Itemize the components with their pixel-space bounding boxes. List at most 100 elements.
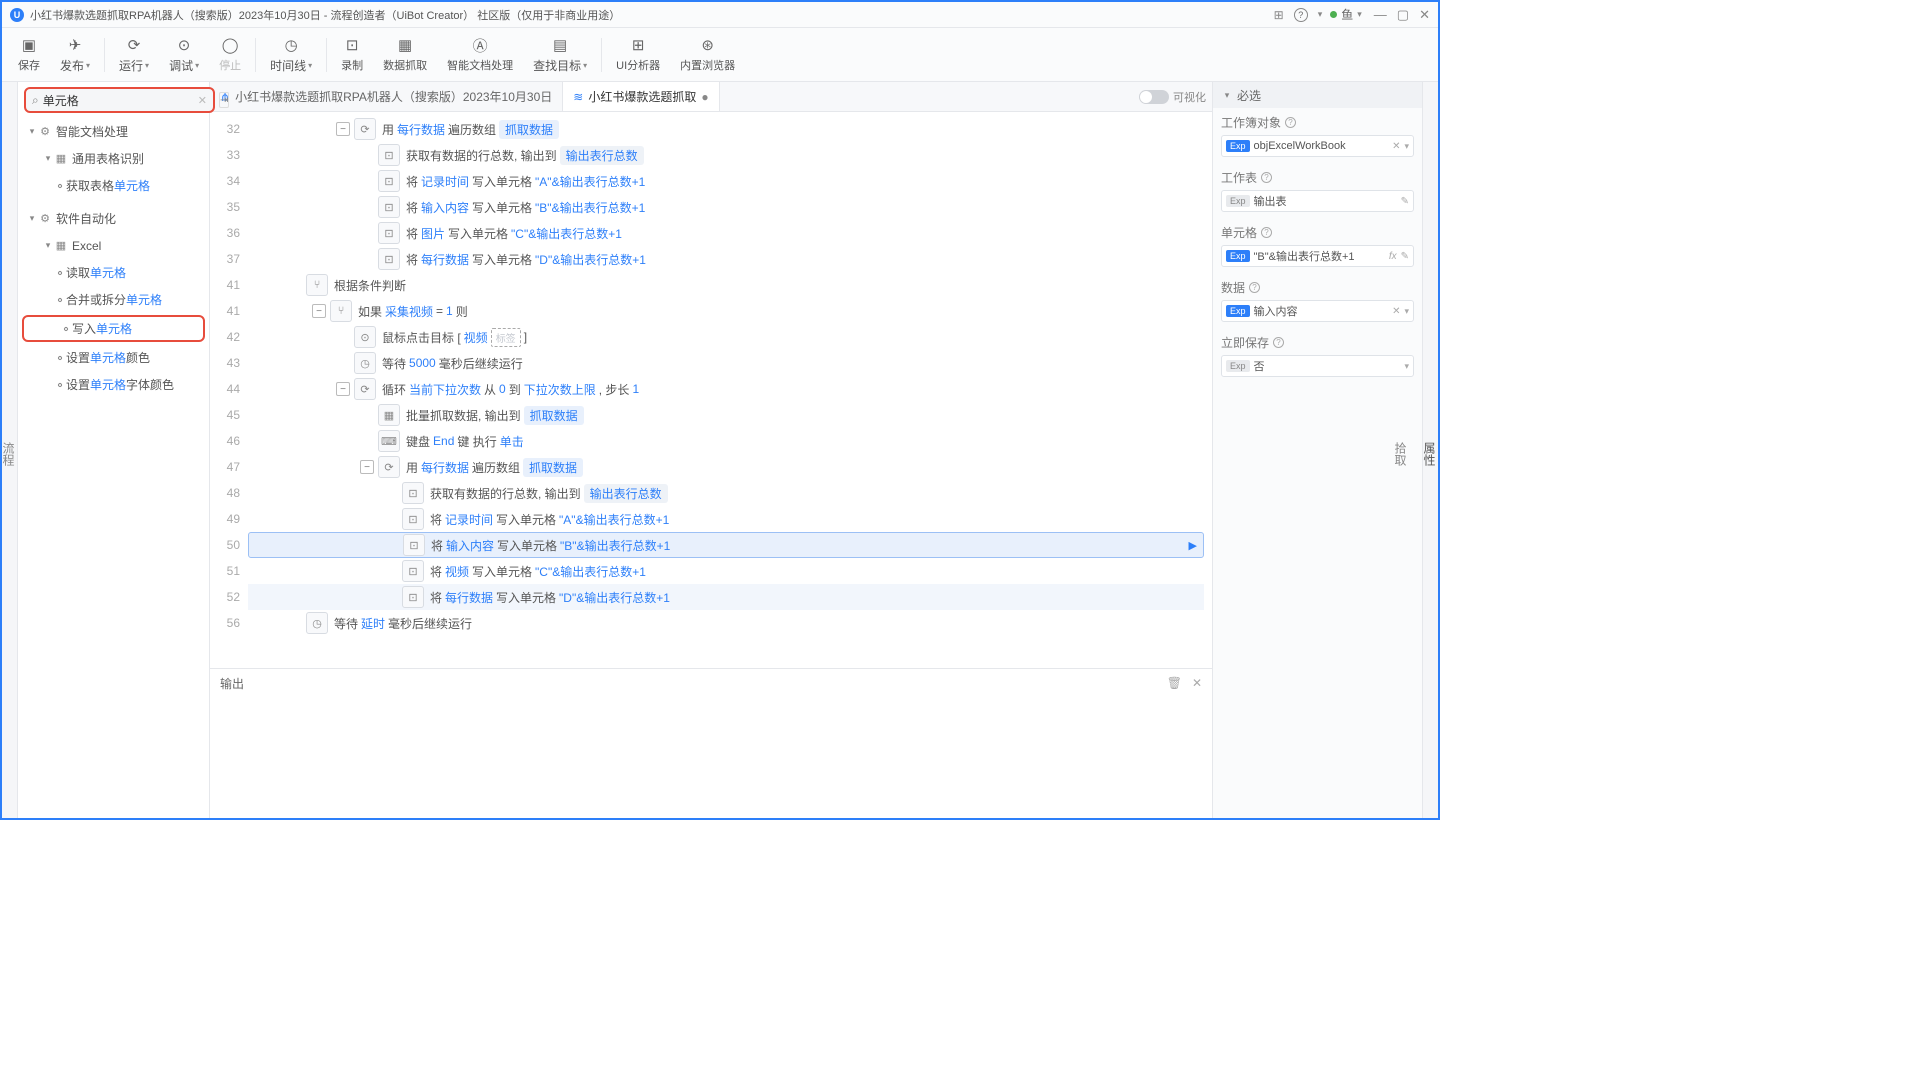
- search-input[interactable]: [43, 93, 198, 107]
- chevron-down-icon[interactable]: ▾: [1404, 361, 1409, 372]
- code-line-selected[interactable]: ⊡将 输入内容 写入单元格 "B"&输出表行总数+1▶: [248, 532, 1204, 558]
- command-tree: ▾⚙智能文档处理 ▾▦通用表格识别 获取表格单元格 ▾⚙软件自动化 ▾▦Exce…: [18, 118, 209, 818]
- action-icon: ⊡: [402, 560, 424, 582]
- edit-icon[interactable]: ✎: [1401, 196, 1409, 207]
- code-line[interactable]: ⌨键盘 End 键 执行 单击: [248, 428, 1204, 454]
- tree-group-table-recog[interactable]: ▾▦通用表格识别: [18, 145, 209, 172]
- line-gutter: 3233343536374141424344454647484950515256: [210, 112, 248, 668]
- chevron-down-icon[interactable]: ▾: [1404, 141, 1409, 152]
- code-line[interactable]: ⊡将 记录时间 写入单元格 "A"&输出表行总数+1: [248, 168, 1204, 194]
- code-line[interactable]: ⊡将 图片 写入单元格 "C"&输出表行总数+1: [248, 220, 1204, 246]
- fold-icon[interactable]: −: [336, 122, 350, 136]
- tree-item-set-color[interactable]: 设置单元格颜色: [18, 344, 209, 371]
- tree-item-merge-split[interactable]: 合并或拆分单元格: [18, 286, 209, 313]
- save-now-field[interactable]: Exp否▾: [1221, 355, 1414, 377]
- builtin-browser-button[interactable]: ⊛内置浏览器: [670, 31, 745, 79]
- rail-pick-tab[interactable]: 拾取: [1392, 442, 1409, 466]
- code-line[interactable]: −⟳用 每行数据 遍历数组 抓取数据: [248, 116, 1204, 142]
- data-scrape-button[interactable]: ▦数据抓取: [373, 31, 437, 79]
- search-input-wrap[interactable]: ⌕ ✕: [24, 87, 215, 113]
- workbook-field[interactable]: ExpobjExcelWorkBook✕▾: [1221, 135, 1414, 157]
- action-icon: ⊡: [378, 196, 400, 218]
- clear-icon[interactable]: ✕: [1392, 306, 1400, 317]
- stack-icon: ≋: [573, 90, 583, 104]
- help-icon[interactable]: ?: [1285, 117, 1296, 128]
- rail-flow-tab[interactable]: 流程: [0, 442, 17, 466]
- search-icon: ⌕: [32, 93, 39, 108]
- smart-doc-button[interactable]: Ⓐ智能文档处理: [437, 31, 523, 79]
- tree-item-read-cell[interactable]: 读取单元格: [18, 259, 209, 286]
- fx-icon[interactable]: fx: [1389, 251, 1397, 262]
- fold-icon[interactable]: −: [312, 304, 326, 318]
- code-line[interactable]: ⊡将 记录时间 写入单元格 "A"&输出表行总数+1: [248, 506, 1204, 532]
- sheet-field[interactable]: Exp输出表✎: [1221, 190, 1414, 212]
- run-button[interactable]: ⟳运行▾: [109, 31, 159, 79]
- tree-item-get-table[interactable]: 获取表格单元格: [18, 172, 209, 199]
- code-editor[interactable]: 3233343536374141424344454647484950515256…: [210, 112, 1212, 668]
- close-output-icon[interactable]: ✕: [1192, 676, 1202, 690]
- help-icon[interactable]: ?: [1273, 337, 1284, 348]
- expand-panel-icon[interactable]: ⇥: [219, 92, 229, 108]
- code-line[interactable]: ◷等待 延时 毫秒后继续运行: [248, 610, 1204, 636]
- edit-icon[interactable]: ✎: [1401, 251, 1409, 262]
- cell-field[interactable]: Exp"B"&输出表行总数+1fx✎: [1221, 245, 1414, 267]
- trash-icon[interactable]: 🗑: [1167, 676, 1182, 690]
- field-label: 工作表: [1221, 169, 1257, 186]
- tree-group-excel[interactable]: ▾▦Excel: [18, 232, 209, 259]
- maximize-button[interactable]: ▢: [1397, 7, 1409, 23]
- help-icon[interactable]: ?: [1261, 172, 1272, 183]
- fold-icon[interactable]: −: [360, 460, 374, 474]
- analyzer-icon: ⊞: [632, 36, 645, 54]
- close-button[interactable]: ✕: [1419, 7, 1430, 23]
- code-line[interactable]: ⊡获取有数据的行总数, 输出到 输出表行总数: [248, 142, 1204, 168]
- debug-button[interactable]: ⊙调试▾: [159, 31, 209, 79]
- user-menu[interactable]: 鱼 ▾: [1330, 6, 1362, 23]
- tree-group-smartdoc[interactable]: ▾⚙智能文档处理: [18, 118, 209, 145]
- code-line[interactable]: ⊡将 每行数据 写入单元格 "D"&输出表行总数+1: [248, 584, 1204, 610]
- chevron-down-icon: ▾: [1357, 9, 1362, 20]
- wait-icon: ◷: [354, 352, 376, 374]
- tree-group-softauto[interactable]: ▾⚙软件自动化: [18, 205, 209, 232]
- tree-item-write-cell[interactable]: 写入单元格: [22, 315, 205, 342]
- code-line[interactable]: ⊙鼠标点击目标 [ 视频 标签 ]: [248, 324, 1204, 350]
- help-dropdown-icon[interactable]: ▾: [1318, 9, 1323, 20]
- help-icon[interactable]: ?: [1249, 282, 1260, 293]
- code-line[interactable]: −⑂如果 采集视频 = 1 则: [248, 298, 1204, 324]
- help-icon[interactable]: ?: [1294, 8, 1308, 22]
- action-icon: ⊡: [378, 222, 400, 244]
- tree-item-set-font[interactable]: 设置单元格字体颜色: [18, 371, 209, 398]
- action-icon: ⊡: [378, 170, 400, 192]
- clear-icon[interactable]: ✕: [1392, 141, 1400, 152]
- timeline-button[interactable]: ◷时间线▾: [260, 31, 322, 79]
- code-line[interactable]: −⟳用 每行数据 遍历数组 抓取数据: [248, 454, 1204, 480]
- chevron-down-icon[interactable]: ▾: [1404, 306, 1409, 317]
- editor-tab-1[interactable]: ⋔小红书爆款选题抓取RPA机器人（搜索版）2023年10月30日: [210, 82, 563, 111]
- publish-button[interactable]: ✈发布▾: [50, 31, 100, 79]
- save-button[interactable]: ▣保存: [8, 31, 50, 79]
- code-line[interactable]: ⑂根据条件判断: [248, 272, 1204, 298]
- foreach-icon: ⟳: [354, 118, 376, 140]
- minimize-button[interactable]: —: [1374, 7, 1387, 22]
- command-sidebar: ⌕ ✕ ⇥ ▾⚙智能文档处理 ▾▦通用表格识别 获取表格单元格 ▾⚙软件自动化 …: [18, 82, 210, 818]
- code-line[interactable]: ⊡将 输入内容 写入单元格 "B"&输出表行总数+1: [248, 194, 1204, 220]
- record-button[interactable]: ⊡录制: [331, 31, 373, 79]
- code-line[interactable]: ◷等待 5000 毫秒后继续运行: [248, 350, 1204, 376]
- editor-tab-2[interactable]: ≋小红书爆款选题抓取●: [563, 82, 719, 111]
- code-line[interactable]: ⊡将 视频 写入单元格 "C"&输出表行总数+1: [248, 558, 1204, 584]
- run-line-icon[interactable]: ▶: [1189, 539, 1197, 552]
- visual-toggle[interactable]: 可视化: [1139, 82, 1206, 111]
- rail-props-tab[interactable]: 属性: [1421, 442, 1438, 466]
- code-line[interactable]: ⊡获取有数据的行总数, 输出到 输出表行总数: [248, 480, 1204, 506]
- help-icon[interactable]: ?: [1261, 227, 1272, 238]
- stop-button[interactable]: ◯停止: [209, 31, 251, 79]
- apps-grid-icon[interactable]: ⊞: [1274, 8, 1284, 22]
- code-line[interactable]: −⟳循环 当前下拉次数 从 0 到 下拉次数上限, 步长 1: [248, 376, 1204, 402]
- code-line[interactable]: ⊡将 每行数据 写入单元格 "D"&输出表行总数+1: [248, 246, 1204, 272]
- properties-section-header[interactable]: ▾必选: [1213, 82, 1422, 108]
- code-line[interactable]: ▦批量抓取数据, 输出到 抓取数据: [248, 402, 1204, 428]
- ui-analyzer-button[interactable]: ⊞UI分析器: [606, 31, 670, 79]
- find-targets-button[interactable]: ▤查找目标▾: [523, 31, 597, 79]
- clear-search-icon[interactable]: ✕: [198, 94, 207, 107]
- data-field[interactable]: Exp输入内容✕▾: [1221, 300, 1414, 322]
- fold-icon[interactable]: −: [336, 382, 350, 396]
